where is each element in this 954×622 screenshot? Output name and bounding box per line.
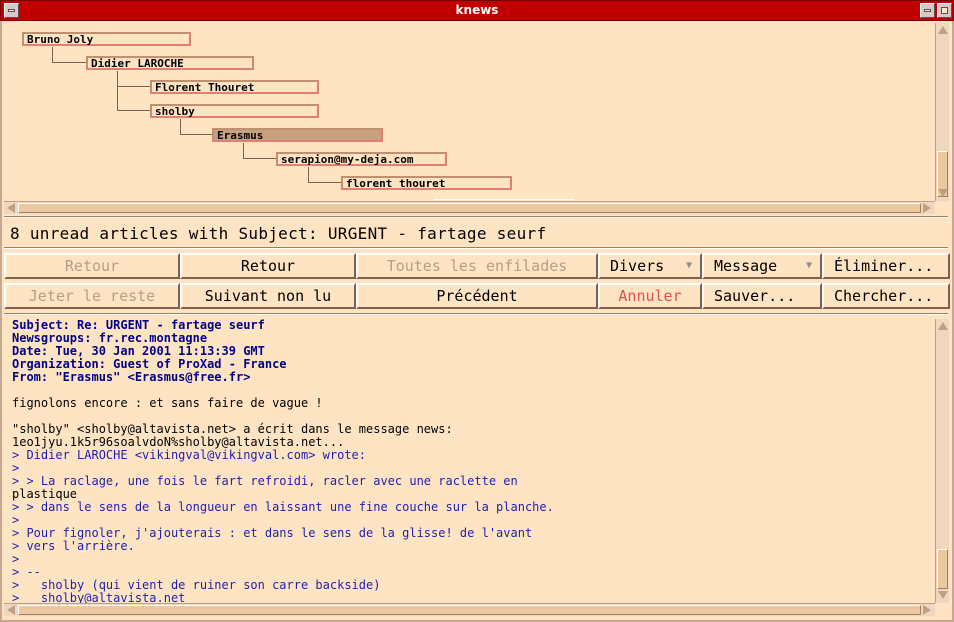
maximize-icon[interactable] xyxy=(937,3,952,18)
quoted-line: > > dans le sens de la longueur en laiss… xyxy=(12,500,554,514)
message-label: Message xyxy=(714,257,778,275)
thread-tree-horizontal-scrollbar[interactable] xyxy=(4,201,935,214)
thread-node-erasmus[interactable]: Erasmus xyxy=(212,128,383,142)
quoted-line: > xyxy=(12,552,20,566)
toutes-les-enfilades-button[interactable]: Toutes les enfilades xyxy=(356,253,598,279)
thread-node-sholby[interactable]: sholby xyxy=(150,104,319,118)
article-vertical-scrollbar[interactable] xyxy=(935,319,949,603)
retour-button[interactable]: Retour xyxy=(180,253,356,279)
divers-label: Divers xyxy=(610,257,665,275)
chevron-down-icon: ▼ xyxy=(685,260,692,271)
scroll-left-arrow-icon[interactable] xyxy=(7,605,15,615)
separator xyxy=(4,247,948,249)
scroll-right-arrow-icon[interactable] xyxy=(923,605,931,615)
thread-tree-hscroll-thumb[interactable] xyxy=(18,203,921,213)
thread-tree-vertical-scrollbar[interactable] xyxy=(935,23,949,201)
divers-menu-button[interactable]: Divers ▼ xyxy=(598,253,702,279)
thread-node-serapion[interactable]: serapion@my-deja.com xyxy=(276,152,447,166)
header-from: From: "Erasmus" <Erasmus@free.fr> xyxy=(12,370,251,384)
suivant-non-lu-button[interactable]: Suivant non lu xyxy=(180,283,356,309)
thread-node-bruno-joly[interactable]: Bruno Joly xyxy=(22,32,191,46)
scroll-right-arrow-icon[interactable] xyxy=(923,203,931,213)
chevron-down-icon: ▼ xyxy=(805,260,812,271)
quoted-line: > vers l'arrière. xyxy=(12,539,135,553)
article-view[interactable]: Subject: Re: URGENT - fartage seurf News… xyxy=(6,319,935,603)
quoted-line: > Pour fignoler, j'ajouterais : et dans … xyxy=(12,526,533,540)
scroll-up-arrow-icon[interactable] xyxy=(938,26,948,34)
scroll-down-arrow-icon[interactable] xyxy=(938,189,948,197)
sauver-button[interactable]: Sauver... xyxy=(702,283,822,309)
article-body: fignolons encore : et sans faire de vagu… xyxy=(12,384,935,604)
thread-tree[interactable]: Bruno Joly Didier LAROCHE Florent Thoure… xyxy=(4,23,935,201)
article-headers: Subject: Re: URGENT - fartage seurf News… xyxy=(12,319,935,384)
window-titlebar[interactable]: knews xyxy=(0,0,954,21)
retour-disabled-button[interactable]: Retour xyxy=(4,253,180,279)
message-menu-button[interactable]: Message ▼ xyxy=(702,253,822,279)
thread-node-didier-laroche[interactable]: Didier LAROCHE xyxy=(86,56,254,70)
separator xyxy=(4,313,948,315)
separator xyxy=(4,216,948,218)
body-line: fignolons encore : et sans faire de vagu… xyxy=(12,396,323,410)
article-horizontal-scrollbar[interactable] xyxy=(4,603,935,616)
eliminer-button[interactable]: Éliminer... xyxy=(822,253,950,279)
scroll-down-arrow-icon[interactable] xyxy=(938,591,948,599)
status-line: 8 unread articles with Subject: URGENT -… xyxy=(10,224,547,243)
quoted-line: > sholby@altavista.net xyxy=(12,591,186,604)
minimize-icon[interactable] xyxy=(920,3,935,18)
precedent-button[interactable]: Précédent xyxy=(356,283,598,309)
quoted-line: > > La raclage, une fois le fart refroid… xyxy=(12,474,518,488)
jeter-le-reste-button[interactable]: Jeter le reste xyxy=(4,283,180,309)
quoted-line: > Didier LAROCHE <vikingval@vikingval.co… xyxy=(12,448,367,462)
scroll-left-arrow-icon[interactable] xyxy=(7,203,15,213)
scroll-up-arrow-icon[interactable] xyxy=(938,322,948,330)
article-hscroll-thumb[interactable] xyxy=(18,605,921,615)
thread-node-florent-thouret[interactable]: Florent Thouret xyxy=(150,80,319,94)
thread-node-florent-thouret-2[interactable]: florent thouret xyxy=(341,176,512,190)
article-scroll-thumb[interactable] xyxy=(937,549,948,589)
chercher-button[interactable]: Chercher... xyxy=(822,283,950,309)
window-title: knews xyxy=(455,3,499,17)
annuler-button[interactable]: Annuler xyxy=(598,283,702,309)
